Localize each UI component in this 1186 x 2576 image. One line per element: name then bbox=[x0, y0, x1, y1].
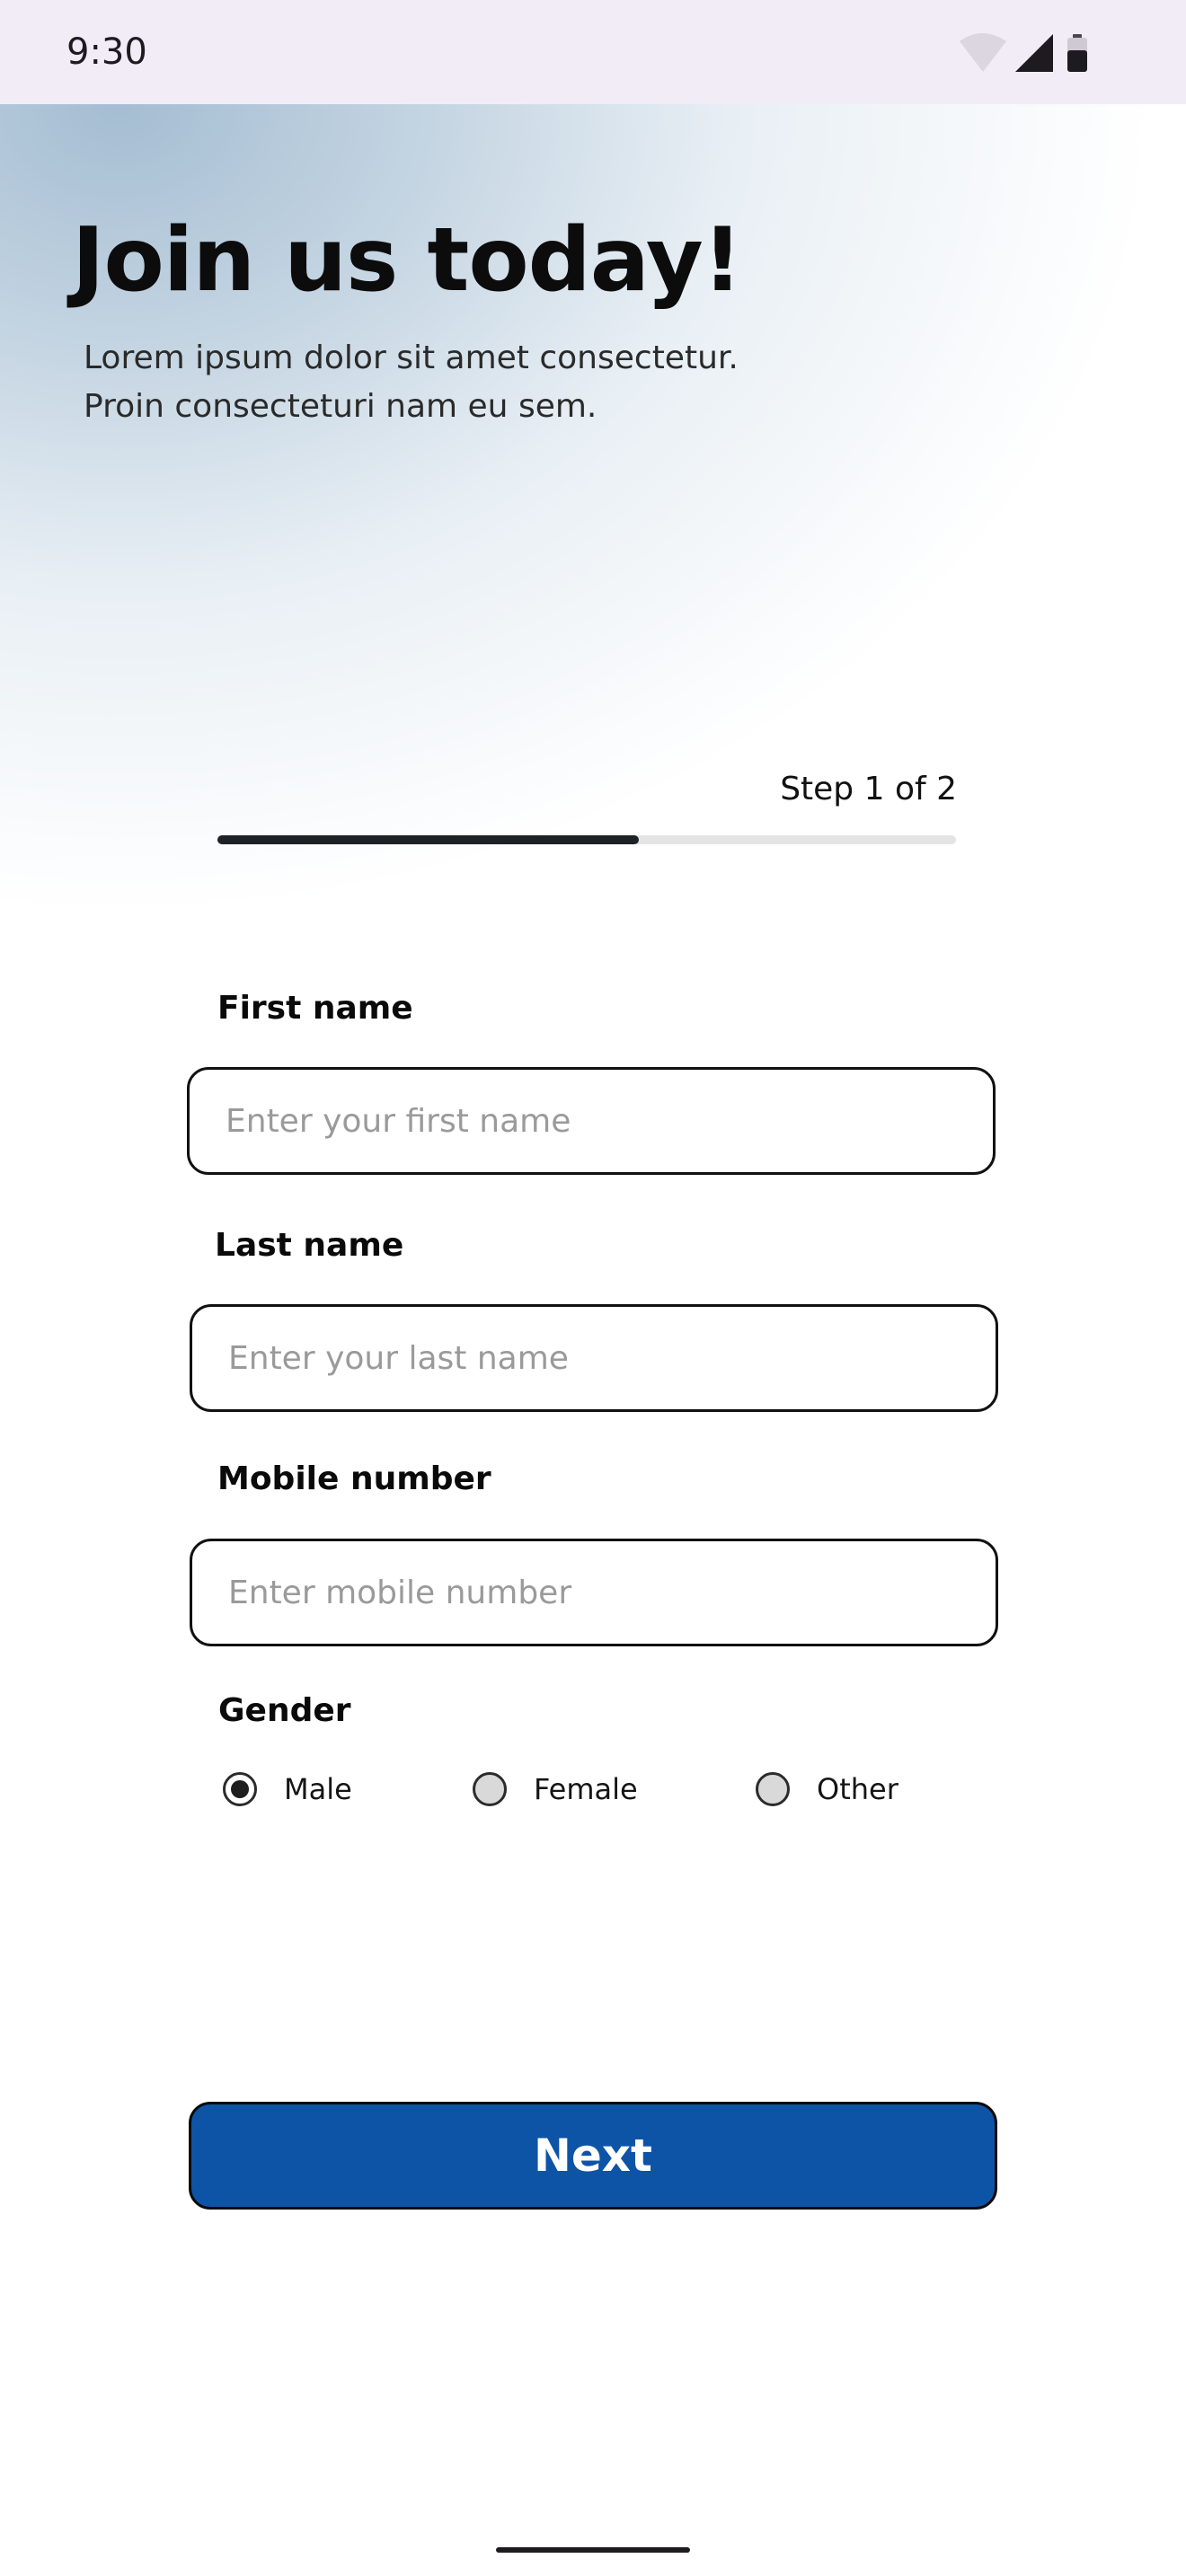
progress-bar bbox=[217, 835, 956, 844]
status-icons bbox=[958, 31, 1111, 75]
subtitle-line: Proin consecteturi nam eu sem. bbox=[84, 388, 597, 425]
page-title: Join us today! bbox=[72, 209, 742, 312]
radio-unselected-icon[interactable] bbox=[756, 1772, 790, 1806]
progress-fill bbox=[217, 835, 639, 844]
radio-selected-icon[interactable] bbox=[223, 1772, 257, 1806]
step-indicator: Step 1 of 2 bbox=[780, 771, 957, 807]
next-button[interactable]: Next bbox=[189, 2102, 997, 2210]
first-name-input[interactable] bbox=[187, 1067, 996, 1175]
mobile-number-input[interactable] bbox=[190, 1539, 998, 1646]
status-time: 9:30 bbox=[66, 31, 147, 73]
gender-option-other[interactable]: Other bbox=[756, 1764, 898, 1814]
home-indicator[interactable] bbox=[496, 2547, 690, 2553]
radio-unselected-icon[interactable] bbox=[473, 1772, 507, 1806]
gender-option-label: Female bbox=[534, 1772, 638, 1806]
signup-screen: 9:30 Join us today! Lorem ipsum dolor si… bbox=[0, 0, 1186, 2576]
last-name-label: Last name bbox=[215, 1227, 404, 1264]
mobile-number-label: Mobile number bbox=[217, 1460, 491, 1497]
page-subtitle: Lorem ipsum dolor sit amet consectetur. … bbox=[84, 334, 892, 431]
gender-option-label: Other bbox=[817, 1772, 898, 1806]
first-name-label: First name bbox=[217, 990, 413, 1027]
wifi-icon bbox=[960, 33, 1006, 72]
gender-option-male[interactable]: Male bbox=[223, 1764, 352, 1814]
gender-label: Gender bbox=[218, 1692, 351, 1729]
last-name-input[interactable] bbox=[190, 1304, 998, 1412]
gender-option-label: Male bbox=[284, 1772, 352, 1806]
battery-icon bbox=[1067, 34, 1087, 72]
subtitle-line: Lorem ipsum dolor sit amet consectetur. bbox=[84, 340, 739, 376]
signal-icon bbox=[1015, 34, 1053, 72]
gender-option-female[interactable]: Female bbox=[473, 1764, 638, 1814]
status-bar: 9:30 bbox=[0, 0, 1186, 104]
radio-dot bbox=[231, 1780, 249, 1798]
